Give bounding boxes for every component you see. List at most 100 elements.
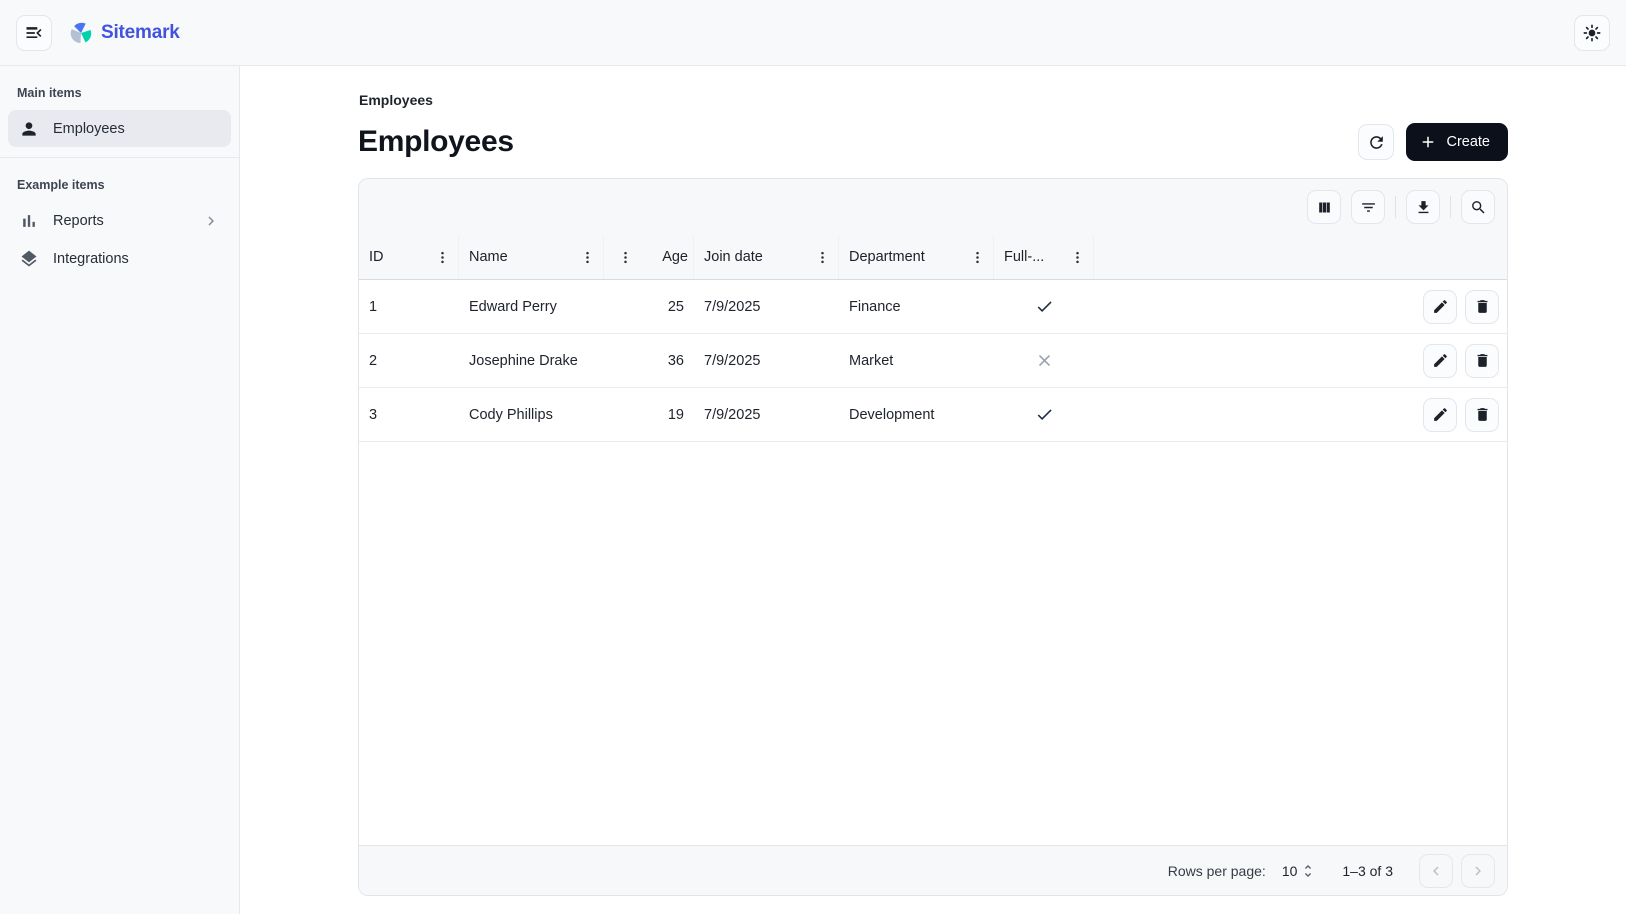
kebab-icon	[970, 250, 985, 265]
unfold-more-icon	[1300, 863, 1316, 879]
name-cell: Edward Perry	[459, 299, 604, 315]
delete-button[interactable]	[1465, 344, 1499, 378]
age-cell: 19	[604, 407, 694, 423]
id-cell: 1	[359, 299, 459, 315]
sidebar-section-main-items: Main items	[0, 76, 239, 109]
pencil-icon	[1432, 406, 1449, 423]
next-page-button[interactable]	[1461, 854, 1495, 888]
page-title: Employees	[358, 124, 514, 160]
column-header-join-date[interactable]: Join date	[694, 235, 839, 279]
sitemark-logo-icon	[70, 22, 92, 44]
filter-button[interactable]	[1351, 190, 1385, 224]
column-menu-button[interactable]	[576, 245, 598, 269]
top-bar: Sitemark	[0, 0, 1626, 66]
column-header-department[interactable]: Department	[839, 235, 994, 279]
sidebar-section-example-items: Example items	[0, 168, 239, 201]
download-icon	[1415, 199, 1432, 216]
sidebar-item-label: Employees	[53, 121, 125, 137]
department-cell: Finance	[839, 299, 994, 315]
grid-toolbar	[359, 179, 1507, 235]
pagination-range: 1–3 of 3	[1342, 863, 1393, 879]
check-icon	[1035, 405, 1054, 424]
toolbar-divider	[1450, 196, 1451, 218]
brand-name: Sitemark	[101, 22, 180, 44]
age-cell: 36	[604, 353, 694, 369]
previous-page-button[interactable]	[1419, 854, 1453, 888]
table-row[interactable]: 1 Edward Perry 25 7/9/2025 Finance	[359, 280, 1507, 334]
export-button[interactable]	[1406, 190, 1440, 224]
grid-empty-area	[359, 442, 1507, 845]
column-menu-button[interactable]	[811, 245, 833, 269]
breadcrumb: Employees	[359, 92, 1508, 108]
column-menu-button[interactable]	[614, 245, 636, 269]
kebab-icon	[435, 250, 450, 265]
rows-per-page-label: Rows per page:	[1168, 863, 1266, 879]
search-button[interactable]	[1461, 190, 1495, 224]
check-icon	[1035, 297, 1054, 316]
column-header-label: Department	[849, 249, 925, 265]
column-header-id[interactable]: ID	[359, 235, 459, 279]
edit-button[interactable]	[1423, 398, 1457, 432]
column-header-age[interactable]: Age	[604, 235, 694, 279]
join-date-cell: 7/9/2025	[694, 407, 839, 423]
sidebar-item-integrations[interactable]: Integrations	[8, 240, 231, 277]
edit-button[interactable]	[1423, 344, 1457, 378]
join-date-cell: 7/9/2025	[694, 299, 839, 315]
layers-icon	[19, 249, 39, 269]
column-header-actions	[1094, 235, 1507, 279]
grid-footer: Rows per page: 10 1–3 of 3	[359, 845, 1507, 895]
sidebar-item-label: Reports	[53, 213, 104, 229]
chevron-left-icon	[1427, 862, 1445, 880]
toolbar-divider	[1395, 196, 1396, 218]
person-icon	[19, 119, 39, 139]
columns-button[interactable]	[1307, 190, 1341, 224]
filter-icon	[1360, 199, 1377, 216]
column-menu-button[interactable]	[966, 245, 988, 269]
chevron-right-icon	[202, 212, 220, 230]
sidebar-divider	[0, 157, 239, 158]
table-row[interactable]: 3 Cody Phillips 19 7/9/2025 Development	[359, 388, 1507, 442]
id-cell: 2	[359, 353, 459, 369]
department-cell: Development	[839, 407, 994, 423]
name-cell: Josephine Drake	[459, 353, 604, 369]
kebab-icon	[580, 250, 595, 265]
column-header-name[interactable]: Name	[459, 235, 604, 279]
column-header-label: Join date	[704, 249, 763, 265]
kebab-icon	[1070, 250, 1085, 265]
bar-chart-icon	[19, 211, 39, 231]
refresh-icon	[1367, 133, 1386, 152]
column-header-label: ID	[369, 249, 384, 265]
kebab-icon	[815, 250, 830, 265]
delete-button[interactable]	[1465, 398, 1499, 432]
create-button-label: Create	[1446, 134, 1490, 150]
table-row[interactable]: 2 Josephine Drake 36 7/9/2025 Market	[359, 334, 1507, 388]
columns-icon	[1316, 199, 1333, 216]
column-header-label: Full-...	[1004, 249, 1044, 265]
column-header-full-time[interactable]: Full-...	[994, 235, 1094, 279]
column-header-label: Age	[662, 249, 688, 265]
sidebar-item-employees[interactable]: Employees	[8, 110, 231, 147]
trash-icon	[1474, 406, 1491, 423]
rows-per-page-value: 10	[1282, 863, 1298, 879]
reload-button[interactable]	[1358, 124, 1394, 160]
department-cell: Market	[839, 353, 994, 369]
column-menu-button[interactable]	[431, 245, 453, 269]
sidebar: Main items Employees Example items Repor…	[0, 66, 240, 914]
theme-toggle-button[interactable]	[1574, 15, 1610, 51]
age-cell: 25	[604, 299, 694, 315]
join-date-cell: 7/9/2025	[694, 353, 839, 369]
sidebar-item-reports[interactable]: Reports	[8, 202, 231, 239]
create-button[interactable]: Create	[1406, 123, 1508, 161]
sidebar-toggle-button[interactable]	[16, 15, 52, 51]
edit-button[interactable]	[1423, 290, 1457, 324]
search-icon	[1470, 199, 1487, 216]
pencil-icon	[1432, 352, 1449, 369]
column-header-label: Name	[469, 249, 508, 265]
rows-per-page-select[interactable]: 10	[1282, 863, 1317, 879]
column-menu-button[interactable]	[1066, 245, 1088, 269]
trash-icon	[1474, 352, 1491, 369]
delete-button[interactable]	[1465, 290, 1499, 324]
brand-logo: Sitemark	[70, 22, 180, 44]
name-cell: Cody Phillips	[459, 407, 604, 423]
trash-icon	[1474, 298, 1491, 315]
